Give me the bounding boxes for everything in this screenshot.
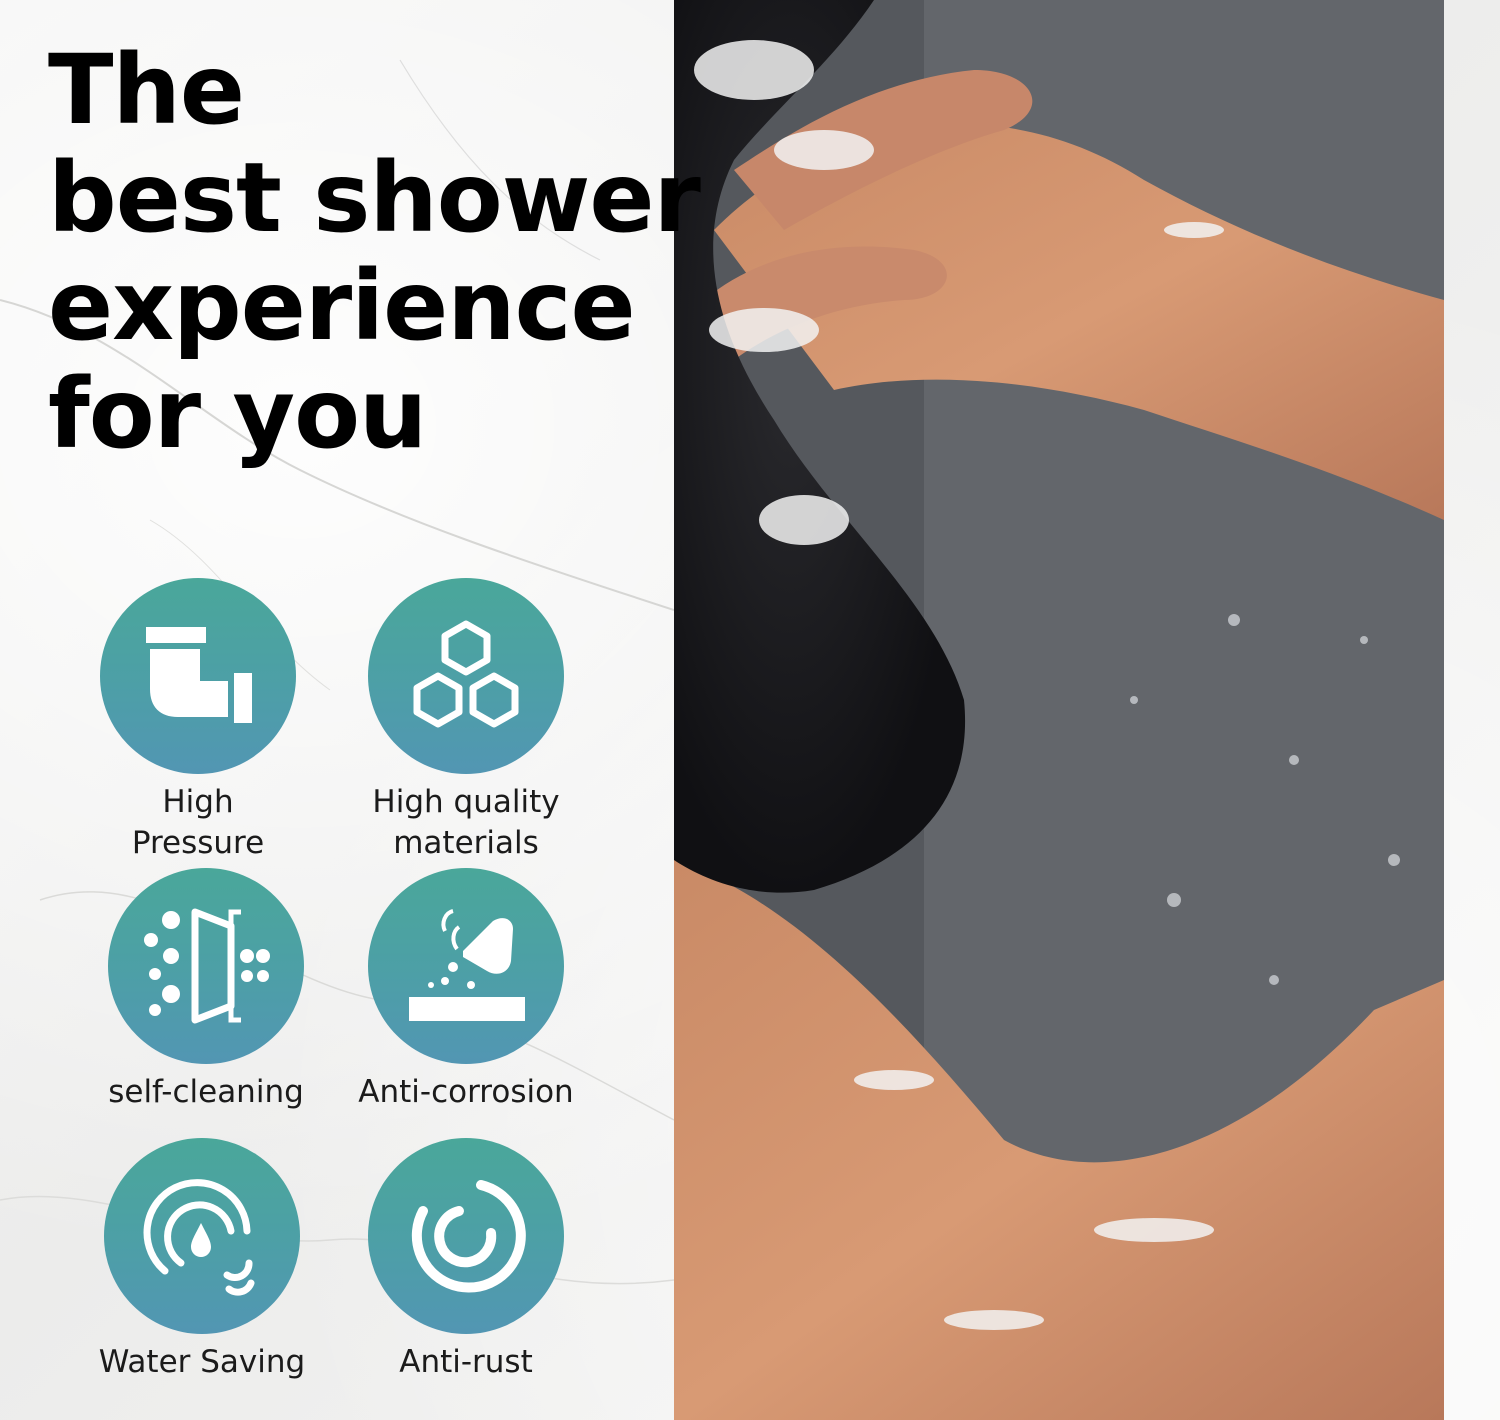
water-drop-recycle-icon — [104, 1138, 300, 1334]
headline-line-3: experience — [48, 250, 636, 362]
headline-line-4: for you — [48, 358, 427, 470]
headline-line-2: best shower — [48, 142, 701, 254]
feature-label: Anti-rust — [399, 1344, 533, 1380]
feature-anti-rust: Anti-rust — [336, 1138, 596, 1383]
feature-self-cleaning: self-cleaning — [76, 868, 336, 1113]
feature-high-pressure: High Pressure — [68, 578, 328, 864]
feature-high-quality-materials: High quality materials — [336, 578, 596, 864]
hexagon-cluster-icon — [368, 578, 564, 774]
shower-photo — [674, 0, 1444, 1420]
headline-line-1: The — [48, 34, 245, 146]
filter-particles-icon — [108, 868, 304, 1064]
acid-pour-icon — [368, 868, 564, 1064]
feature-grid: High Pressure High quality materials sel… — [90, 578, 610, 1388]
page-title: The best shower experience for you — [48, 36, 768, 468]
feature-label: High quality materials — [372, 784, 560, 861]
pipe-elbow-icon — [100, 578, 296, 774]
ring-icon — [368, 1138, 564, 1334]
feature-anti-corrosion: Anti-corrosion — [336, 868, 596, 1113]
feature-label: High Pressure — [131, 784, 265, 861]
feature-label: Water Saving — [98, 1344, 306, 1380]
feature-label: self-cleaning — [108, 1074, 304, 1110]
feature-label: Anti-corrosion — [358, 1074, 574, 1110]
feature-water-saving: Water Saving — [72, 1138, 332, 1383]
